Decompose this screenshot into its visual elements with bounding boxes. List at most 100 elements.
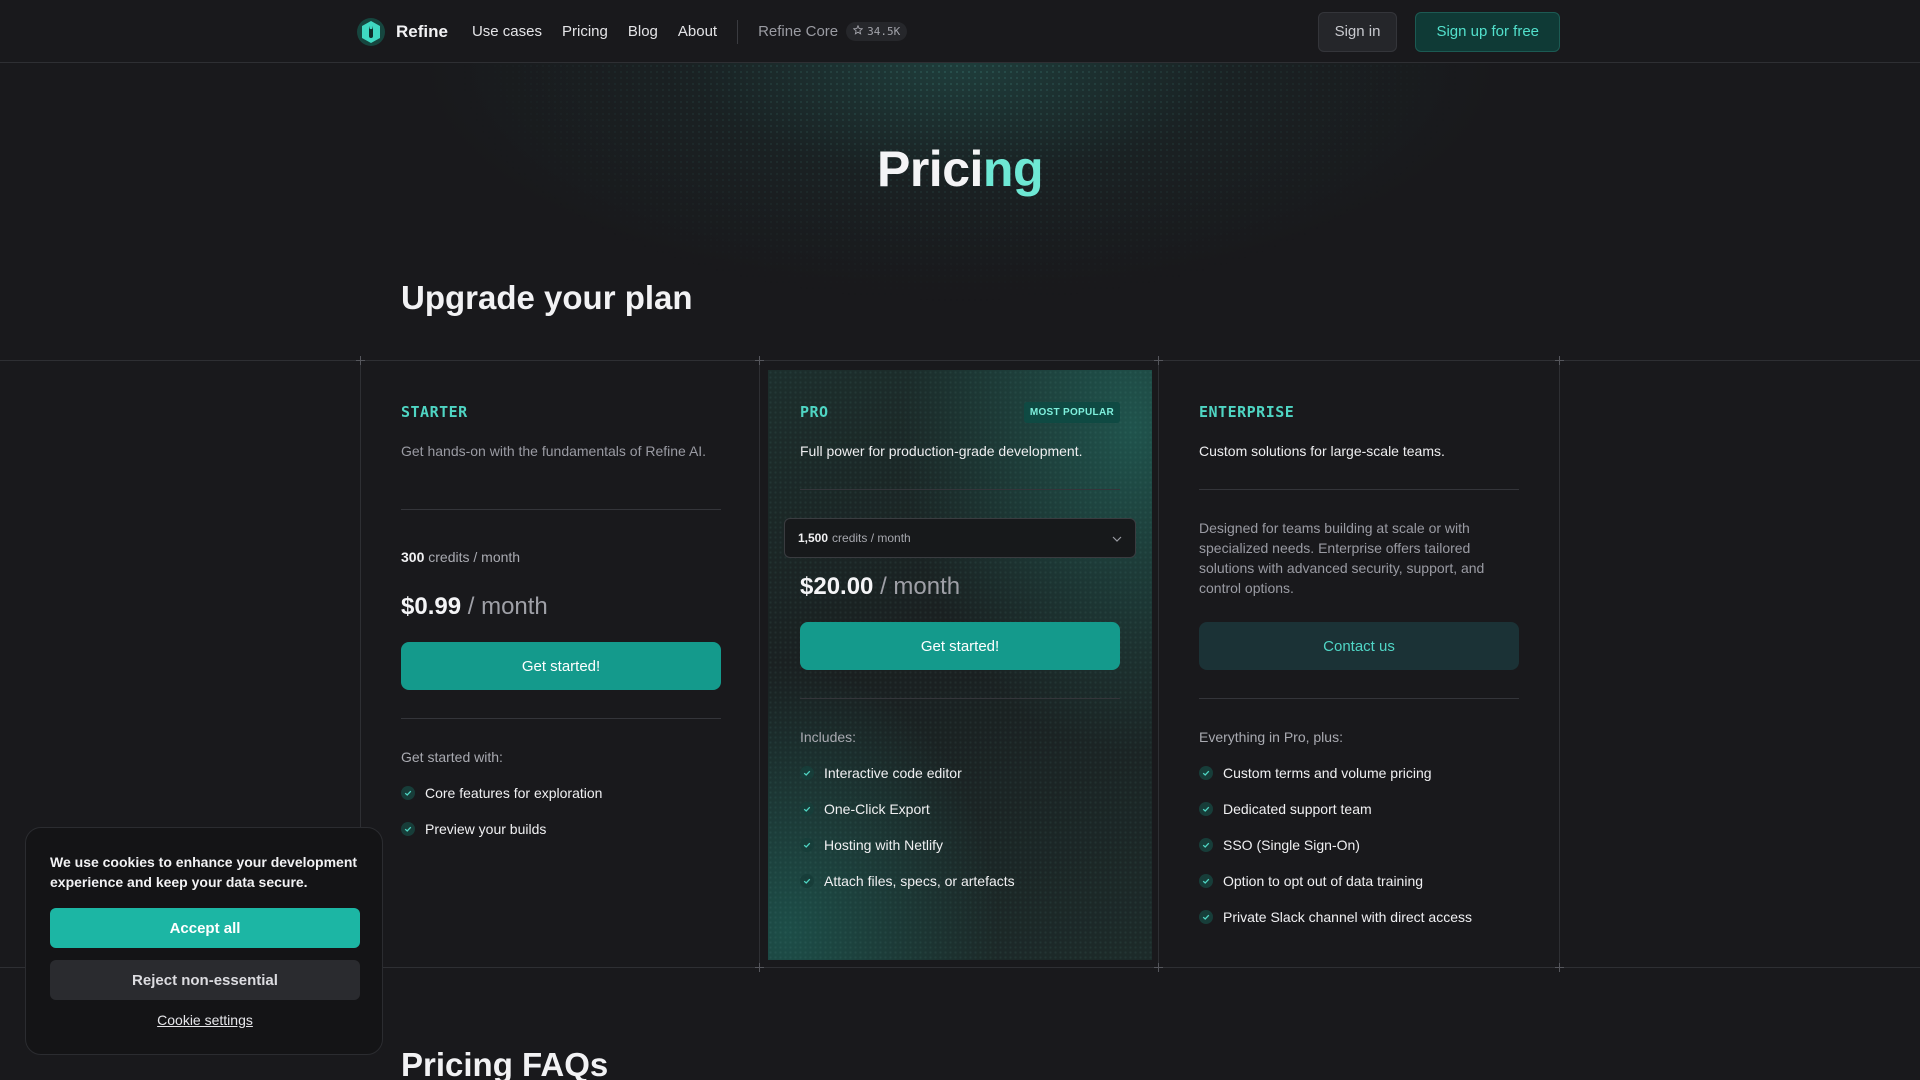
refine-core-link[interactable]: Refine Core 34.5K [758, 22, 908, 41]
feature-item: Option to opt out of data training [1199, 863, 1472, 899]
plan-description: Full power for production-grade developm… [800, 443, 1083, 459]
feature-item: Interactive code editor [800, 755, 1015, 791]
grid-line-top [0, 360, 1920, 361]
cookie-message: We use cookies to enhance your developme… [50, 854, 358, 890]
feature-label: Private Slack channel with direct access [1223, 909, 1472, 925]
enterprise-details: Designed for teams building at scale or … [1199, 520, 1485, 596]
starter-get-started-button[interactable]: Get started! [401, 642, 721, 690]
chevron-down-icon [1112, 531, 1122, 545]
feature-list: Core features for exploration Preview yo… [401, 775, 602, 847]
price-amount: $0.99 [401, 593, 462, 620]
feature-label: Dedicated support team [1223, 801, 1372, 817]
sign-in-button[interactable]: Sign in [1317, 11, 1398, 52]
nav-actions: Sign in Sign up for free [1317, 11, 1560, 52]
feature-label: Preview your builds [425, 821, 547, 837]
brand-name: Refine [396, 21, 448, 41]
page-title: Pricing [0, 140, 1920, 198]
nav-links: Use cases Pricing Blog About [472, 23, 717, 40]
price-period: / month [467, 593, 548, 620]
plan-card-enterprise: ENTERPRISE Custom solutions for large-sc… [1159, 362, 1559, 967]
pricing-faqs-heading: Pricing FAQs [401, 1046, 609, 1080]
plan-name: PRO [800, 403, 829, 421]
hero-dot-pattern [360, 63, 1560, 363]
check-circle-icon [800, 802, 814, 816]
card-divider [1199, 489, 1519, 490]
feature-list: Interactive code editor One-Click Export… [800, 755, 1015, 899]
check-circle-icon [1199, 838, 1213, 852]
nav-divider [737, 19, 739, 44]
plan-card-pro: PRO MOST POPULAR Full power for producti… [760, 362, 1158, 967]
features-heading: Get started with: [401, 749, 503, 765]
price-amount: $20.00 [800, 573, 874, 600]
check-circle-icon [800, 874, 814, 888]
check-circle-icon [401, 822, 415, 836]
check-circle-icon [1199, 802, 1213, 816]
feature-item: One-Click Export [800, 791, 1015, 827]
most-popular-badge: MOST POPULAR [1023, 402, 1120, 423]
feature-item: Private Slack channel with direct access [1199, 899, 1472, 935]
credits-amount: 1,500 [798, 531, 829, 545]
plan-description: Get hands-on with the fundamentals of Re… [401, 443, 707, 459]
feature-item: SSO (Single Sign-On) [1199, 827, 1472, 863]
hero-glow [360, 63, 1560, 363]
card-divider [1199, 698, 1519, 699]
github-stars-count: 34.5K [867, 25, 901, 38]
contact-us-button[interactable]: Contact us [1199, 622, 1519, 670]
plan-name: STARTER [401, 403, 468, 421]
features-heading: Includes: [800, 729, 857, 745]
accept-all-cookies-button[interactable]: Accept all [50, 908, 360, 948]
plan-credits: 300 credits / month [401, 549, 520, 565]
plan-card-starter: STARTER Get hands-on with the fundamenta… [361, 362, 759, 967]
github-star-icon [852, 24, 864, 38]
grid-line-v4 [1559, 361, 1560, 968]
card-divider [800, 489, 1120, 490]
feature-item: Attach files, specs, or artefacts [800, 863, 1015, 899]
feature-label: One-Click Export [824, 801, 930, 817]
feature-item: Dedicated support team [1199, 791, 1472, 827]
feature-label: Core features for exploration [425, 785, 603, 801]
feature-label: Custom terms and volume pricing [1223, 765, 1432, 781]
feature-item: Preview your builds [401, 811, 602, 847]
check-circle-icon [1199, 766, 1213, 780]
nav-link-pricing[interactable]: Pricing [562, 23, 608, 40]
navbar-inner: Refine Use cases Pricing Blog About Refi… [356, 0, 1560, 63]
credits-unit: credits / month [428, 549, 521, 565]
check-circle-icon [800, 838, 814, 852]
feature-item: Core features for exploration [401, 775, 602, 811]
cookie-settings-link[interactable]: Cookie settings [26, 1012, 384, 1028]
check-circle-icon [401, 786, 415, 800]
credits-unit: credits / month [832, 531, 911, 545]
upgrade-plan-heading: Upgrade your plan [401, 279, 693, 316]
card-divider [800, 698, 1120, 699]
feature-label: Hosting with Netlify [824, 837, 944, 853]
check-circle-icon [800, 766, 814, 780]
feature-label: Attach files, specs, or artefacts [824, 873, 1015, 889]
credits-dropdown[interactable]: 1,500 credits / month [784, 518, 1136, 558]
card-divider [401, 718, 721, 719]
plan-name: ENTERPRISE [1199, 403, 1295, 421]
page-title-accent: ng [982, 141, 1044, 197]
card-divider [401, 509, 721, 510]
features-heading: Everything in Pro, plus: [1199, 729, 1343, 745]
feature-list: Custom terms and volume pricing Dedicate… [1199, 755, 1472, 935]
credits-amount: 300 [401, 549, 425, 565]
pro-get-started-button[interactable]: Get started! [800, 622, 1120, 670]
reject-non-essential-button[interactable]: Reject non-essential [50, 960, 360, 1000]
cookie-banner: We use cookies to enhance your developme… [25, 827, 383, 1055]
check-circle-icon [1199, 910, 1213, 924]
github-stars-badge: 34.5K [846, 22, 908, 41]
sign-up-button[interactable]: Sign up for free [1415, 11, 1560, 52]
refine-logo-icon [356, 17, 386, 47]
refine-core-label: Refine Core [758, 23, 839, 40]
feature-label: Option to opt out of data training [1223, 873, 1424, 889]
nav-link-blog[interactable]: Blog [628, 23, 658, 40]
nav-link-use-cases[interactable]: Use cases [472, 23, 542, 40]
check-circle-icon [1199, 874, 1213, 888]
plan-price: $0.99 / month [401, 593, 548, 621]
navbar: Refine Use cases Pricing Blog About Refi… [0, 0, 1920, 63]
brand-logo[interactable]: Refine [356, 17, 448, 47]
plan-description: Custom solutions for large-scale teams. [1199, 443, 1445, 459]
nav-link-about[interactable]: About [678, 23, 717, 40]
price-period: / month [880, 573, 961, 600]
feature-label: Interactive code editor [824, 765, 962, 781]
